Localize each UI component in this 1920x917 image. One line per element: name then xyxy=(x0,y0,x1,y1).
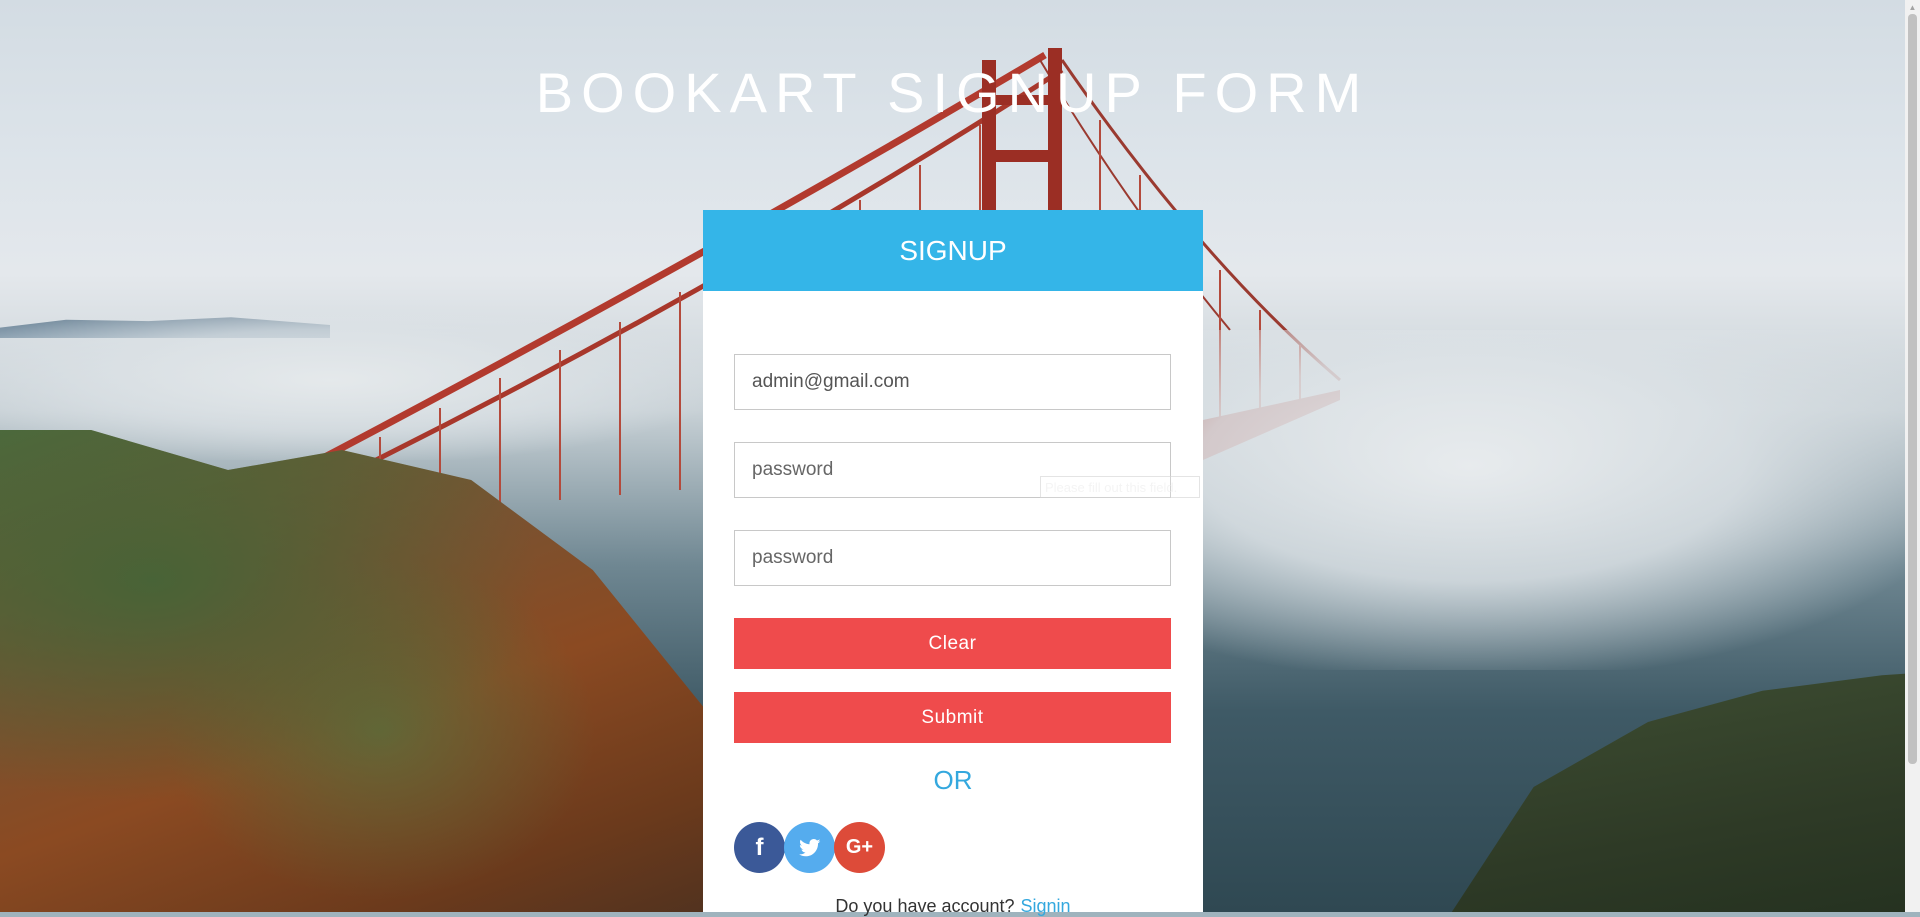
validation-tooltip: Please fill out this field. xyxy=(1040,476,1200,498)
or-divider: OR xyxy=(933,765,973,795)
clear-button[interactable]: Clear xyxy=(734,618,1171,669)
twitter-button[interactable] xyxy=(784,822,835,873)
facebook-icon: f xyxy=(755,833,764,861)
email-field[interactable] xyxy=(734,354,1171,410)
google-plus-icon: G+ xyxy=(845,836,874,858)
signup-card: SIGNUP Clear Submit OR f G+ Do you have … xyxy=(703,210,1203,916)
scroll-up-arrow-icon[interactable]: ▲ xyxy=(1905,0,1920,14)
scrollbar-thumb[interactable] xyxy=(1908,14,1917,764)
google-plus-button[interactable]: G+ xyxy=(834,822,885,873)
twitter-icon xyxy=(798,838,820,856)
signup-header-label: SIGNUP xyxy=(899,234,1007,266)
account-prompt-text: Do you have account? xyxy=(835,896,1015,916)
confirm-password-field[interactable] xyxy=(734,530,1171,586)
signup-header: SIGNUP xyxy=(703,210,1203,291)
fog-bank-right xyxy=(1150,330,1920,670)
page-title: BOOKART SIGNUP FORM xyxy=(535,61,1370,124)
signin-link[interactable]: Signin xyxy=(1021,896,1071,916)
submit-button[interactable]: Submit xyxy=(734,692,1171,743)
signin-prompt: Do you have account? Signin xyxy=(703,896,1203,917)
facebook-button[interactable]: f xyxy=(734,822,785,873)
